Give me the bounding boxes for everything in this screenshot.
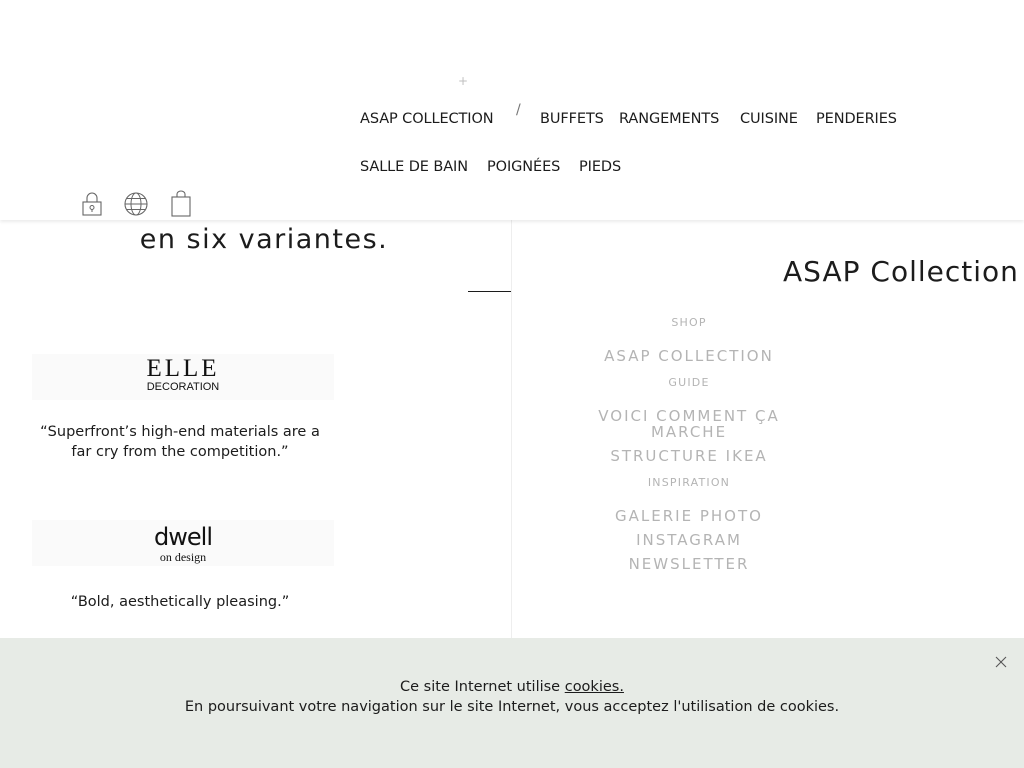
panel-title: ASAP Collection [783, 255, 1019, 288]
nav-rangements[interactable]: RANGEMENTS [619, 111, 719, 127]
press-quote: “Superfront’s high-end materials are a f… [40, 424, 320, 460]
globe-icon[interactable] [123, 190, 149, 218]
dwell-logo: dwell on design [32, 520, 334, 566]
shopping-bag-icon[interactable] [168, 190, 194, 218]
menu-link-asap-collection[interactable]: ASAP COLLECTION [512, 348, 866, 364]
nav-penderies[interactable]: PENDERIES [816, 111, 897, 127]
menu-heading-shop: SHOP [671, 316, 707, 329]
close-icon[interactable] [994, 655, 1008, 669]
collection-menu-panel: ASAP Collection SHOP ASAP COLLECTION GUI… [511, 220, 1024, 638]
menu-link-photo-gallery[interactable]: GALERIE PHOTO [512, 508, 866, 524]
nav-salle-de-bain[interactable]: SALLE DE BAIN [360, 159, 468, 175]
press-quote: “Bold, aesthetically pleasing.” [70, 594, 290, 610]
divider-line [468, 291, 512, 292]
cookie-notice-line2: En poursuivant votre navigation sur le s… [184, 699, 840, 715]
nav-asap-collection[interactable]: ASAP COLLECTION [360, 111, 494, 127]
nav-cuisine[interactable]: CUISINE [740, 111, 798, 127]
menu-link-ikea-structure[interactable]: STRUCTURE IKEA [512, 448, 866, 464]
cookies-link[interactable]: cookies. [565, 679, 624, 695]
nav-poignees[interactable]: POIGNÉES [487, 159, 560, 175]
lock-icon[interactable] [79, 190, 105, 218]
menu-link-how-it-works[interactable]: VOICI COMMENT ÇA MARCHE [512, 408, 866, 440]
plus-icon: + [458, 74, 469, 88]
menu-link-instagram[interactable]: INSTAGRAM [512, 532, 866, 548]
nav-buffets[interactable]: BUFFETS [540, 111, 604, 127]
cookie-notice-line1: Ce site Internet utilise cookies. [400, 679, 624, 695]
menu-heading-inspiration: INSPIRATION [647, 476, 731, 489]
site-header: + ASAP COLLECTION / BUFFETS RANGEMENTS C… [0, 0, 1024, 220]
press-section: en six variantes. ELLE DECORATION “Super… [0, 220, 512, 638]
tagline: en six variantes. [139, 224, 389, 255]
nav-separator: / [516, 102, 521, 118]
menu-heading-guide: GUIDE [668, 376, 710, 389]
menu-link-newsletter[interactable]: NEWSLETTER [512, 556, 866, 572]
cookie-banner: Ce site Internet utilise cookies. En pou… [0, 638, 1024, 768]
nav-pieds[interactable]: PIEDS [579, 159, 621, 175]
elle-decoration-logo: ELLE DECORATION [32, 354, 334, 400]
